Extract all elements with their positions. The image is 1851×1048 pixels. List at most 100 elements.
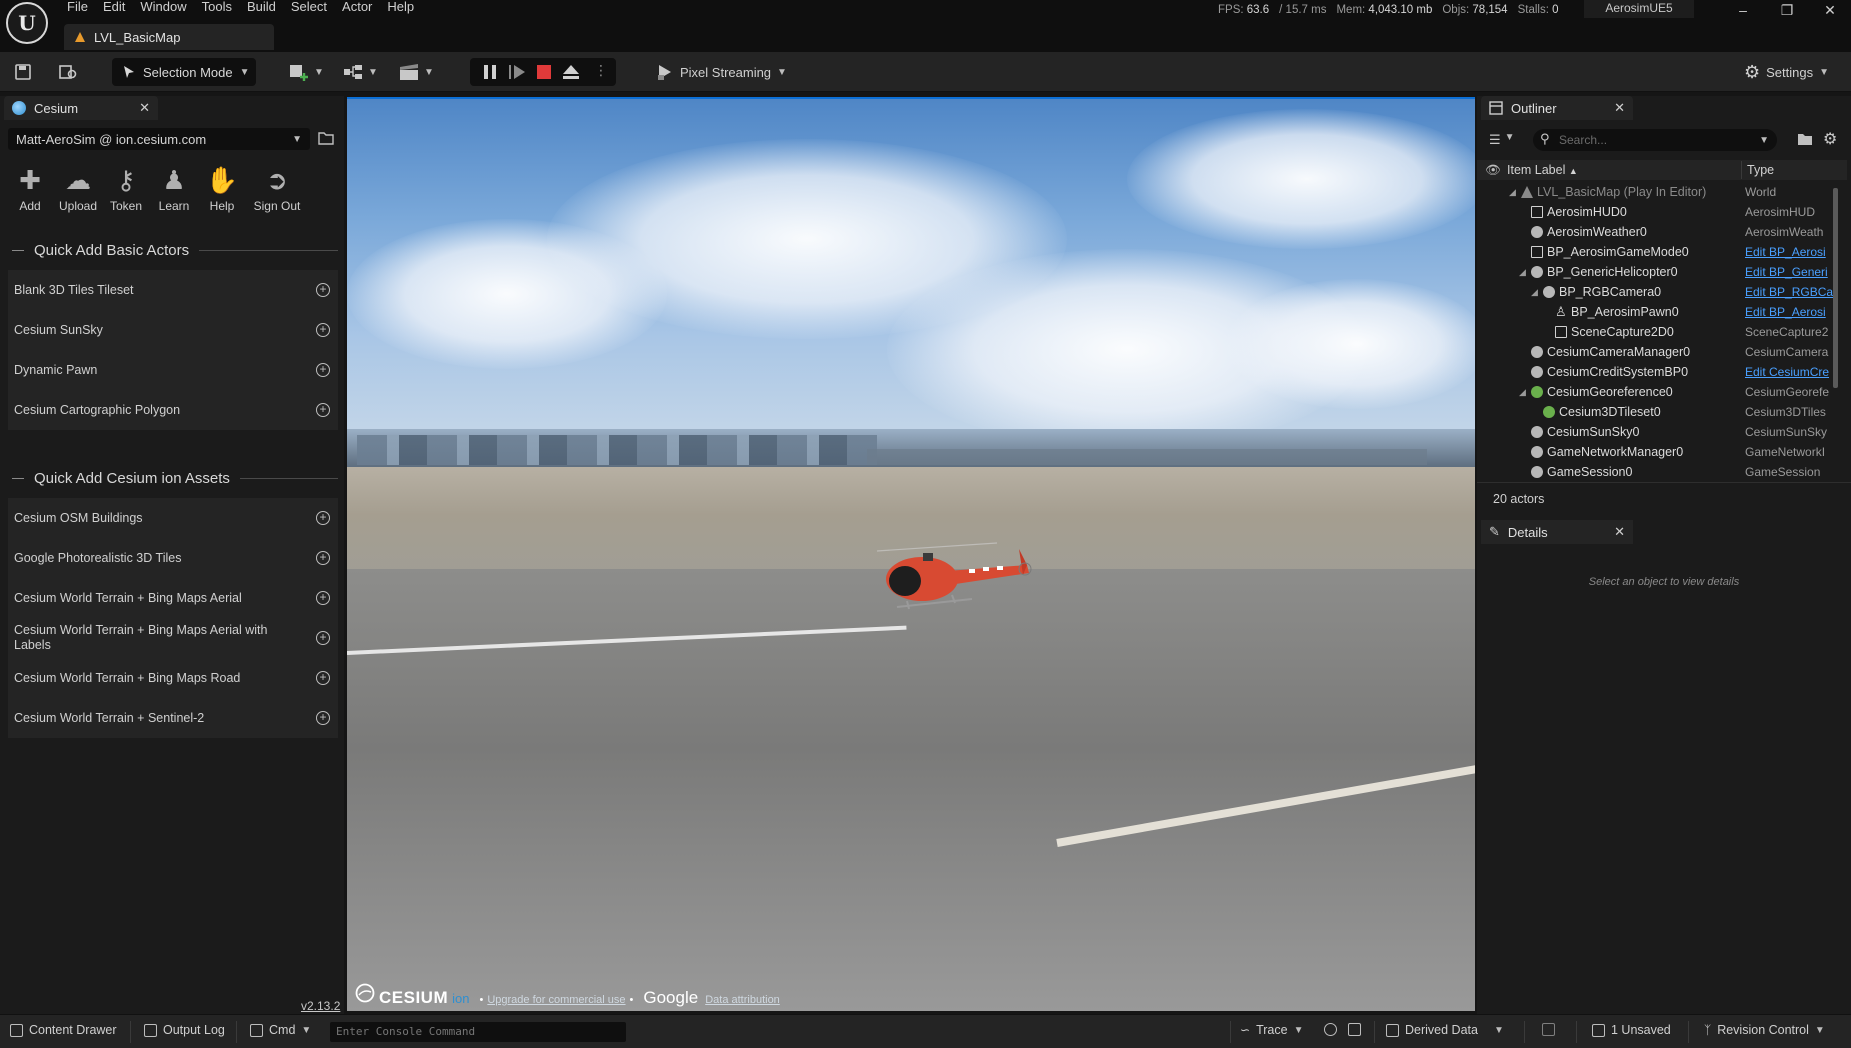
list-item[interactable]: Cesium World Terrain + Bing Maps Aerial … [8, 618, 338, 658]
output-log-button[interactable]: Output Log [144, 1023, 225, 1037]
close-tab-icon[interactable]: ✕ [139, 100, 150, 116]
outliner-scrollbar[interactable] [1833, 188, 1838, 388]
minimize-icon[interactable]: – [1726, 0, 1760, 22]
revision-control-dropdown[interactable]: ᛉ Revision Control ▼ [1704, 1023, 1825, 1037]
cinematics-button[interactable]: ▼ [398, 58, 434, 86]
outliner-tab[interactable]: Outliner ✕ [1481, 96, 1633, 120]
ion-assets-header[interactable]: Quick Add Cesium ion Assets [12, 470, 338, 487]
search-input[interactable]: ⚲ Search... ▼ [1533, 129, 1777, 151]
settings-dropdown[interactable]: ⚙ Settings ▼ [1744, 58, 1829, 86]
table-row[interactable]: BP_AerosimGameMode0 Edit BP_Aerosi [1477, 242, 1847, 262]
snapshot-button[interactable] [1348, 1023, 1361, 1036]
table-row[interactable]: AerosimWeather0 AerosimWeath [1477, 222, 1847, 242]
cmd-dropdown[interactable]: Cmd ▼ [250, 1023, 311, 1037]
data-attribution-link[interactable]: Data attribution [705, 994, 780, 1006]
table-row[interactable]: Cesium3DTileset0 Cesium3DTiles [1477, 402, 1847, 422]
add-circle-icon[interactable]: + [316, 631, 330, 645]
upgrade-link[interactable]: Upgrade for commercial use [487, 994, 625, 1006]
edit-blueprint-link[interactable]: Edit BP_RGBCa [1745, 285, 1833, 299]
list-item[interactable]: Cesium World Terrain + Bing Maps Road + [8, 658, 338, 698]
table-row[interactable]: ◢ BP_RGBCamera0 Edit BP_RGBCa [1477, 282, 1847, 302]
list-item[interactable]: Blank 3D Tiles Tileset + [8, 270, 338, 310]
open-folder-icon[interactable] [318, 130, 334, 149]
add-circle-icon[interactable]: + [316, 283, 330, 297]
menu-help[interactable]: Help [384, 0, 426, 16]
content-browse-icon[interactable] [58, 58, 78, 86]
pixel-streaming-dropdown[interactable]: Pixel Streaming ▼ [656, 58, 787, 86]
help-button[interactable]: ✋ Help [198, 164, 246, 214]
expand-arrow-icon[interactable]: ◢ [1519, 267, 1526, 278]
content-drawer-button[interactable]: Content Drawer [10, 1023, 117, 1037]
eject-icon[interactable] [562, 63, 580, 81]
add-button[interactable]: ✚ Add [6, 164, 54, 214]
menu-tools[interactable]: Tools [199, 0, 244, 16]
table-row[interactable]: CesiumSunSky0 CesiumSunSky [1477, 422, 1847, 442]
close-window-icon[interactable]: ✕ [1813, 0, 1847, 22]
close-tab-icon[interactable]: ✕ [1614, 524, 1625, 540]
add-circle-icon[interactable]: + [316, 551, 330, 565]
table-row[interactable]: CesiumCreditSystemBP0 Edit CesiumCre [1477, 362, 1847, 382]
add-circle-icon[interactable]: + [316, 511, 330, 525]
list-item[interactable]: Cesium SunSky + [8, 310, 338, 350]
table-row[interactable]: CesiumCameraManager0 CesiumCamera [1477, 342, 1847, 362]
table-row[interactable]: GameNetworkManager0 GameNetworkI [1477, 442, 1847, 462]
sign-out-button[interactable]: ➲ Sign Out [246, 164, 308, 214]
plugin-version[interactable]: v2.13.2 [301, 999, 340, 1013]
add-circle-icon[interactable]: + [316, 591, 330, 605]
level-viewport[interactable]: CESIUM ion • Upgrade for commercial use … [347, 97, 1475, 1011]
selection-mode-dropdown[interactable]: Selection Mode ▼ [112, 58, 256, 86]
pause-icon[interactable] [482, 64, 498, 80]
list-item[interactable]: Cesium World Terrain + Bing Maps Aerial + [8, 578, 338, 618]
column-type[interactable]: Type [1747, 163, 1774, 177]
menu-window[interactable]: Window [137, 0, 198, 16]
token-button[interactable]: ⚷ Token [102, 164, 150, 214]
table-row[interactable]: ◢ BP_GenericHelicopter0 Edit BP_Generi [1477, 262, 1847, 282]
edit-blueprint-link[interactable]: Edit BP_Aerosi [1745, 245, 1833, 259]
add-actor-button[interactable]: ▼ [288, 58, 324, 86]
basic-actors-header[interactable]: Quick Add Basic Actors [12, 242, 338, 259]
add-folder-icon[interactable] [1797, 132, 1813, 149]
expand-arrow-icon[interactable]: ◢ [1519, 387, 1526, 398]
list-item[interactable]: Google Photorealistic 3D Tiles + [8, 538, 338, 578]
menu-file[interactable]: File [64, 0, 100, 16]
table-row[interactable]: ◢ LVL_BasicMap (Play In Editor) World [1477, 182, 1847, 202]
expand-arrow-icon[interactable]: ◢ [1531, 287, 1538, 298]
table-row[interactable]: ◢ CesiumGeoreference0 CesiumGeorefe [1477, 382, 1847, 402]
derived-data-dropdown[interactable]: Derived Data ▼ [1386, 1023, 1504, 1037]
save-icon[interactable] [14, 58, 32, 86]
unreal-logo[interactable]: U [6, 2, 48, 44]
edit-blueprint-link[interactable]: Edit BP_Generi [1745, 265, 1833, 279]
table-row[interactable]: AerosimHUD0 AerosimHUD [1477, 202, 1847, 222]
table-row[interactable]: ♙ BP_AerosimPawn0 Edit BP_Aerosi [1477, 302, 1847, 322]
restore-icon[interactable]: ❐ [1770, 0, 1804, 22]
edit-blueprint-link[interactable]: Edit CesiumCre [1745, 365, 1833, 379]
chevron-down-icon[interactable]: ▼ [1759, 135, 1769, 146]
list-item[interactable]: Cesium OSM Buildings + [8, 498, 338, 538]
unsaved-button[interactable]: 1 Unsaved [1592, 1023, 1671, 1037]
add-circle-icon[interactable]: + [316, 671, 330, 685]
list-item[interactable]: Dynamic Pawn + [8, 350, 338, 390]
menu-build[interactable]: Build [244, 0, 288, 16]
filter-dropdown[interactable]: ☰ ▼ [1489, 132, 1515, 148]
source-icon[interactable] [1542, 1023, 1555, 1036]
add-circle-icon[interactable]: + [316, 711, 330, 725]
record-button[interactable] [1324, 1023, 1337, 1036]
list-item[interactable]: Cesium Cartographic Polygon + [8, 390, 338, 430]
add-circle-icon[interactable]: + [316, 323, 330, 337]
edit-blueprint-link[interactable]: Edit BP_Aerosi [1745, 305, 1833, 319]
blueprint-button[interactable]: ▼ [342, 58, 378, 86]
menu-edit[interactable]: Edit [100, 0, 137, 16]
table-row[interactable]: SceneCapture2D0 SceneCapture2 [1477, 322, 1847, 342]
list-item[interactable]: Cesium World Terrain + Sentinel-2 + [8, 698, 338, 738]
close-tab-icon[interactable]: ✕ [1614, 100, 1625, 116]
column-item-label[interactable]: Item Label ▲ [1507, 163, 1578, 177]
console-command-input[interactable] [330, 1022, 626, 1042]
more-options-icon[interactable]: ⋮ [594, 62, 608, 79]
cesium-tab[interactable]: Cesium ✕ [4, 96, 158, 120]
step-icon[interactable] [508, 64, 526, 80]
learn-button[interactable]: ♟ Learn [150, 164, 198, 214]
visibility-icon[interactable]: 👁 [1485, 163, 1501, 178]
trace-dropdown[interactable]: ∽ Trace ▼ [1240, 1023, 1303, 1037]
upload-button[interactable]: ☁ Upload [54, 164, 102, 214]
level-tab[interactable]: LVL_BasicMap [64, 24, 274, 50]
